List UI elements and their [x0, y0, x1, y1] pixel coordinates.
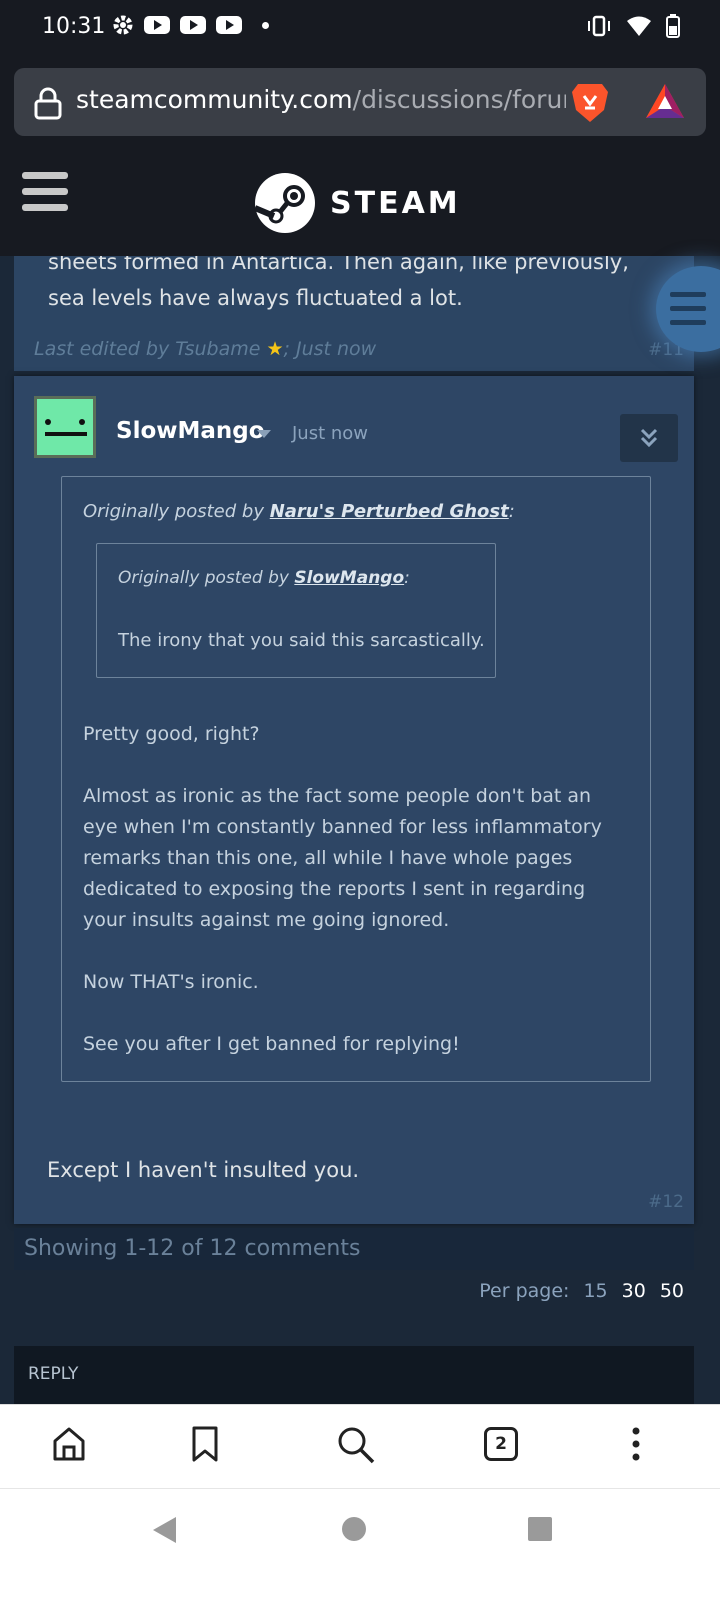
quote-prefix: Originally posted by: [83, 501, 270, 522]
quote-paragraph: Now THAT's ironic.: [83, 971, 259, 993]
comment-text: Except I haven't insulted you.: [47, 1158, 360, 1182]
youtube-icon: [180, 16, 206, 34]
quote-suffix: :: [508, 501, 515, 522]
per-page-option-15[interactable]: 15: [583, 1280, 607, 1302]
author-name[interactable]: SlowMango: [116, 418, 265, 444]
brave-rewards-icon[interactable]: [644, 82, 686, 120]
tabs-button[interactable]: 2: [484, 1427, 518, 1461]
nested-quote-author-link[interactable]: SlowMango: [294, 568, 404, 588]
steam-logo[interactable]: STEAM: [254, 172, 461, 234]
quote-body: Pretty good, right? Almost as ironic as …: [83, 719, 623, 1091]
per-page-label: Per page:: [479, 1280, 570, 1302]
previous-post: sheets formed in Antartica. Then again, …: [14, 256, 694, 371]
search-icon[interactable]: [336, 1425, 376, 1465]
steam-logo-icon: [254, 173, 315, 233]
per-page-option-50[interactable]: 50: [660, 1280, 684, 1302]
site-header: STEAM: [0, 148, 720, 256]
hamburger-menu-icon[interactable]: [22, 172, 68, 212]
edit-prefix: Last edited by: [34, 338, 176, 360]
android-navigation-bar: [0, 1488, 720, 1600]
reply-button[interactable]: REPLY: [14, 1346, 694, 1404]
back-icon[interactable]: [150, 1515, 180, 1545]
chevron-double-down-icon: [640, 428, 658, 448]
nested-quote-prefix: Originally posted by: [118, 568, 295, 588]
browser-bottom-toolbar: 2: [0, 1404, 720, 1488]
author-dropdown-icon[interactable]: [257, 430, 271, 438]
browser-toolbar: steamcommunity.com/discussions/forur: [0, 54, 720, 148]
youtube-icon: [216, 16, 242, 34]
post-timestamp: Just now: [292, 423, 369, 444]
brave-shields-icon[interactable]: [570, 80, 610, 124]
nested-quote-suffix: :: [404, 568, 410, 588]
more-notifications-icon: [262, 21, 269, 29]
quote-paragraph: Pretty good, right?: [83, 723, 260, 745]
expand-button[interactable]: [620, 414, 678, 462]
recents-icon[interactable]: [526, 1515, 554, 1543]
url-bar[interactable]: steamcommunity.com/discussions/forur: [14, 68, 706, 136]
bookmark-icon[interactable]: [188, 1425, 222, 1463]
home-nav-icon[interactable]: [340, 1515, 368, 1543]
url-path: /discussions/forur: [352, 85, 566, 114]
more-options-icon[interactable]: [626, 1425, 646, 1463]
edit-suffix: ; Just now: [283, 338, 377, 360]
nested-quote-block: Originally posted by SlowMango: The iron…: [96, 543, 496, 678]
per-page-option-30[interactable]: 30: [622, 1280, 646, 1302]
comment-post: SlowMango Just now Originally posted by …: [14, 376, 694, 1224]
url-text[interactable]: steamcommunity.com/discussions/forur: [76, 85, 566, 114]
quote-paragraph: Almost as ironic as the fact some people…: [83, 785, 602, 931]
wifi-icon: [627, 16, 651, 36]
comment-count: Showing 1-12 of 12 comments: [14, 1228, 694, 1270]
vibrate-icon: [588, 15, 610, 37]
quote-header: Originally posted by Naru's Perturbed Gh…: [83, 501, 515, 522]
notification-icons: [112, 14, 269, 36]
status-bar: 10:31: [0, 0, 720, 54]
steam-wordmark: STEAM: [330, 185, 461, 221]
nested-quote-header: Originally posted by SlowMango:: [118, 568, 410, 588]
post-number[interactable]: #12: [648, 1192, 684, 1212]
status-time: 10:31: [42, 14, 106, 39]
previous-post-text: sheets formed in Antartica. Then again, …: [48, 256, 629, 310]
nested-quote-text: The irony that you said this sarcastical…: [118, 630, 485, 651]
system-icons: [586, 14, 680, 38]
avatar[interactable]: [34, 396, 96, 458]
quote-block: Originally posted by Naru's Perturbed Gh…: [61, 476, 651, 1082]
edit-notice: Last edited by Tsubame ★; Just now: [34, 338, 376, 360]
quote-author-link[interactable]: Naru's Perturbed Ghost: [270, 501, 509, 522]
battery-icon: [666, 14, 680, 38]
gear-icon: [113, 15, 133, 35]
youtube-icon: [144, 16, 170, 34]
home-icon[interactable]: [50, 1425, 88, 1463]
url-domain: steamcommunity.com: [76, 85, 353, 114]
quote-paragraph: See you after I get banned for replying!: [83, 1033, 460, 1055]
per-page-selector: Per page: 15 30 50: [479, 1280, 684, 1302]
edit-user: Tsubame: [175, 338, 261, 360]
star-icon: ★: [266, 338, 284, 360]
lock-icon[interactable]: [34, 86, 62, 120]
